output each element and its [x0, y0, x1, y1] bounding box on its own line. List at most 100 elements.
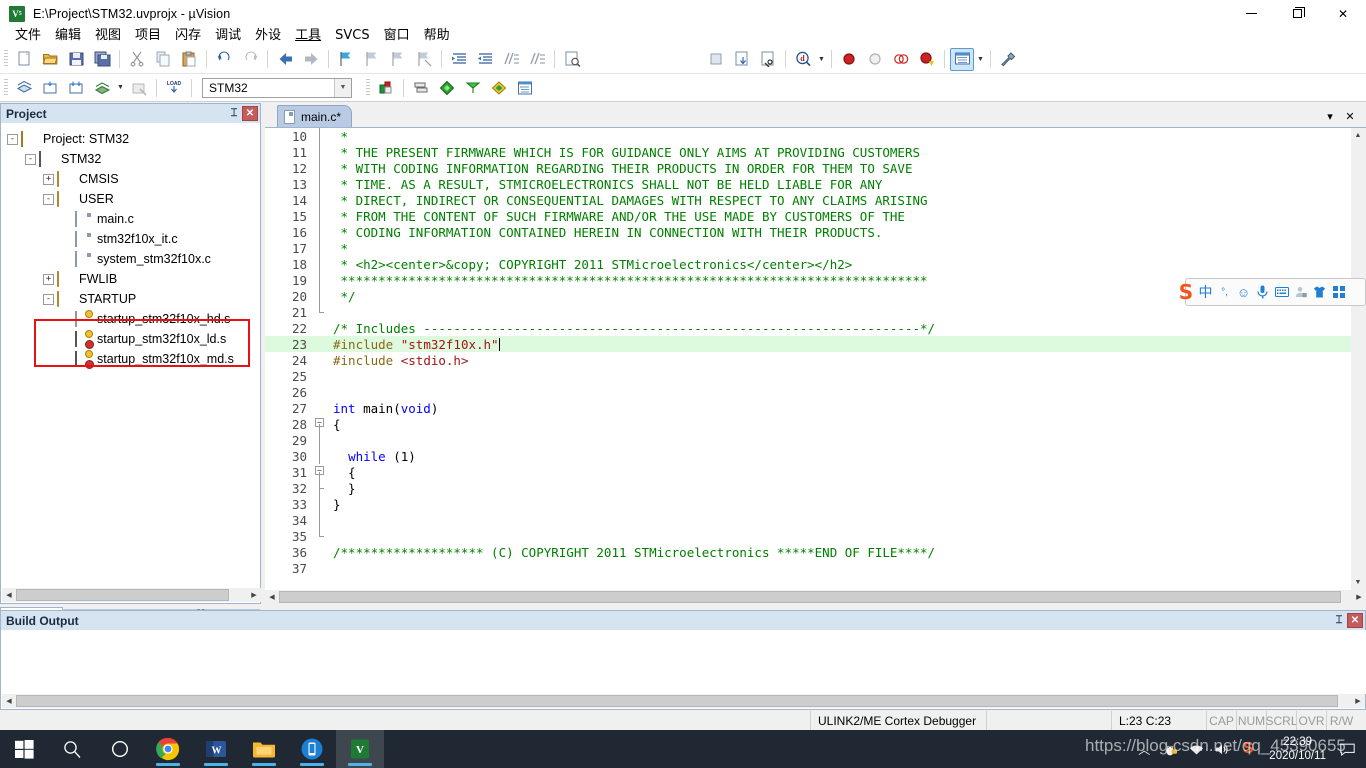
soft-keyboard-icon[interactable]	[1272, 279, 1291, 305]
fold-margin[interactable]	[313, 304, 327, 320]
configure-button[interactable]	[996, 48, 1020, 71]
volume-icon[interactable]	[1209, 730, 1235, 768]
toolbox-icon[interactable]	[1329, 279, 1348, 305]
tree-item-startup-stm32f10x-hd-s[interactable]: startup_stm32f10x_hd.s	[7, 309, 260, 329]
breakpoint-disable-all-button[interactable]	[915, 48, 939, 71]
find-in-files-button[interactable]	[560, 48, 584, 71]
pack-installer-button[interactable]	[461, 76, 485, 99]
dropdown-arrow-icon[interactable]: ▼	[816, 48, 827, 71]
dropdown-arrow-icon[interactable]: ▼	[115, 76, 126, 99]
undo-button[interactable]	[212, 48, 236, 71]
copy-button[interactable]	[151, 48, 175, 71]
minimize-button[interactable]	[1228, 0, 1274, 27]
fold-margin[interactable]	[313, 160, 327, 176]
sogou-tray-icon[interactable]: S	[1235, 730, 1261, 768]
code-line[interactable]: 15 * FROM THE CONTENT OF SUCH FIRMWARE A…	[265, 208, 1366, 224]
fold-margin[interactable]	[313, 496, 327, 512]
tree-item-startup[interactable]: - STARTUP	[7, 289, 260, 309]
new-file-button[interactable]	[12, 48, 36, 71]
collapse-icon[interactable]: -	[7, 133, 18, 145]
save-button[interactable]	[64, 48, 88, 71]
fold-margin[interactable]	[313, 512, 327, 528]
editor-hscrollbar[interactable]: ◀ ▶	[265, 590, 1366, 604]
code-line[interactable]: 32 }	[265, 480, 1366, 496]
build-output-text[interactable]	[2, 630, 1366, 694]
scroll-thumb[interactable]	[16, 695, 1338, 707]
scroll-thumb[interactable]	[16, 589, 229, 601]
fold-margin[interactable]	[313, 368, 327, 384]
editor-vscrollbar[interactable]: ▲ ▼	[1351, 128, 1366, 590]
fold-margin[interactable]	[313, 432, 327, 448]
code-editor[interactable]: 10 * 11 * THE PRESENT FIRMWARE WHICH IS …	[265, 128, 1366, 590]
code-line[interactable]: 29	[265, 432, 1366, 448]
pin-icon[interactable]: ⌶	[1331, 613, 1347, 629]
phone-link-icon[interactable]	[288, 730, 336, 768]
scroll-up-icon[interactable]: ▲	[1351, 128, 1365, 143]
tree-item-startup-stm32f10x-md-s[interactable]: startup_stm32f10x_md.s	[7, 349, 260, 369]
pin-icon[interactable]: ⌶	[226, 106, 242, 122]
menu-item-4[interactable]: 闪存	[168, 27, 208, 45]
code-line[interactable]: 23 #include "stm32f10x.h"	[265, 336, 1366, 352]
file-explorer-icon[interactable]	[240, 730, 288, 768]
emoji-icon[interactable]: ☺	[1234, 279, 1253, 305]
close-button[interactable]: ✕	[1320, 0, 1366, 27]
scroll-down-icon[interactable]: ▼	[1351, 575, 1365, 590]
breakpoint-disable-button[interactable]	[863, 48, 887, 71]
build-hscrollbar[interactable]: ◀ ▶	[2, 694, 1365, 708]
download-button[interactable]: LOAD	[162, 76, 186, 99]
batch-build-button[interactable]	[90, 76, 114, 99]
stop-build-button[interactable]	[127, 76, 151, 99]
code-line[interactable]: 17 *	[265, 240, 1366, 256]
action-center-icon[interactable]	[1334, 730, 1360, 768]
breakpoint-kill-all-button[interactable]	[889, 48, 913, 71]
cut-button[interactable]	[125, 48, 149, 71]
menu-item-10[interactable]: 帮助	[417, 27, 457, 45]
fold-margin[interactable]	[313, 144, 327, 160]
maximize-button[interactable]	[1274, 0, 1320, 27]
code-line[interactable]: 31− {	[265, 464, 1366, 480]
fold-margin[interactable]	[313, 320, 327, 336]
find-target-combo-button[interactable]	[704, 48, 728, 71]
code-line[interactable]: 25	[265, 368, 1366, 384]
chrome-icon[interactable]	[144, 730, 192, 768]
navigate-back-button[interactable]	[273, 48, 297, 71]
code-line[interactable]: 11 * THE PRESENT FIRMWARE WHICH IS FOR G…	[265, 144, 1366, 160]
sogou-logo-icon[interactable]: S	[1176, 280, 1196, 304]
menu-item-2[interactable]: 视图	[88, 27, 128, 45]
search-icon[interactable]	[48, 730, 96, 768]
fold-margin[interactable]	[313, 288, 327, 304]
fold-margin[interactable]	[313, 176, 327, 192]
manage-components-button[interactable]	[409, 76, 433, 99]
scroll-track[interactable]	[16, 694, 1351, 708]
navigate-forward-button[interactable]	[299, 48, 323, 71]
outdent-button[interactable]	[473, 48, 497, 71]
voice-input-icon[interactable]	[1253, 279, 1272, 305]
menu-item-7[interactable]: 工具	[288, 27, 328, 45]
bookmark-clear-button[interactable]	[412, 48, 436, 71]
build-target-button[interactable]	[38, 76, 62, 99]
open-file-button[interactable]	[38, 48, 62, 71]
code-line[interactable]: 35	[265, 528, 1366, 544]
dropdown-arrow-icon[interactable]: ▼	[975, 48, 986, 71]
tree-item-cmsis[interactable]: + CMSIS	[7, 169, 260, 189]
fold-margin[interactable]	[313, 352, 327, 368]
scroll-thumb[interactable]	[279, 591, 1342, 603]
scroll-track[interactable]	[279, 590, 1352, 604]
find-down-button[interactable]: d	[791, 48, 815, 71]
redo-button[interactable]	[238, 48, 262, 71]
fold-margin[interactable]	[313, 448, 327, 464]
menu-item-9[interactable]: 窗口	[377, 27, 417, 45]
expand-icon[interactable]: +	[43, 173, 54, 185]
menu-item-5[interactable]: 调试	[208, 27, 248, 45]
fold-margin[interactable]	[313, 480, 327, 496]
chevron-down-icon[interactable]: ▾	[1320, 110, 1340, 123]
code-line[interactable]: 14 * DIRECT, INDIRECT OR CONSEQUENTIAL D…	[265, 192, 1366, 208]
code-line[interactable]: 21	[265, 304, 1366, 320]
bookmark-list-button[interactable]	[756, 48, 780, 71]
bookmark-toggle-button[interactable]	[334, 48, 358, 71]
code-line[interactable]: 22 /* Includes --------------------------…	[265, 320, 1366, 336]
project-tree[interactable]: - Project: STM32- STM32 + CMSIS - USER main.c st…	[1, 123, 260, 369]
punctuation-mode-icon[interactable]: °,	[1215, 279, 1234, 305]
code-line[interactable]: 12 * WITH CODING INFORMATION REGARDING T…	[265, 160, 1366, 176]
menu-item-0[interactable]: 文件	[8, 27, 48, 45]
